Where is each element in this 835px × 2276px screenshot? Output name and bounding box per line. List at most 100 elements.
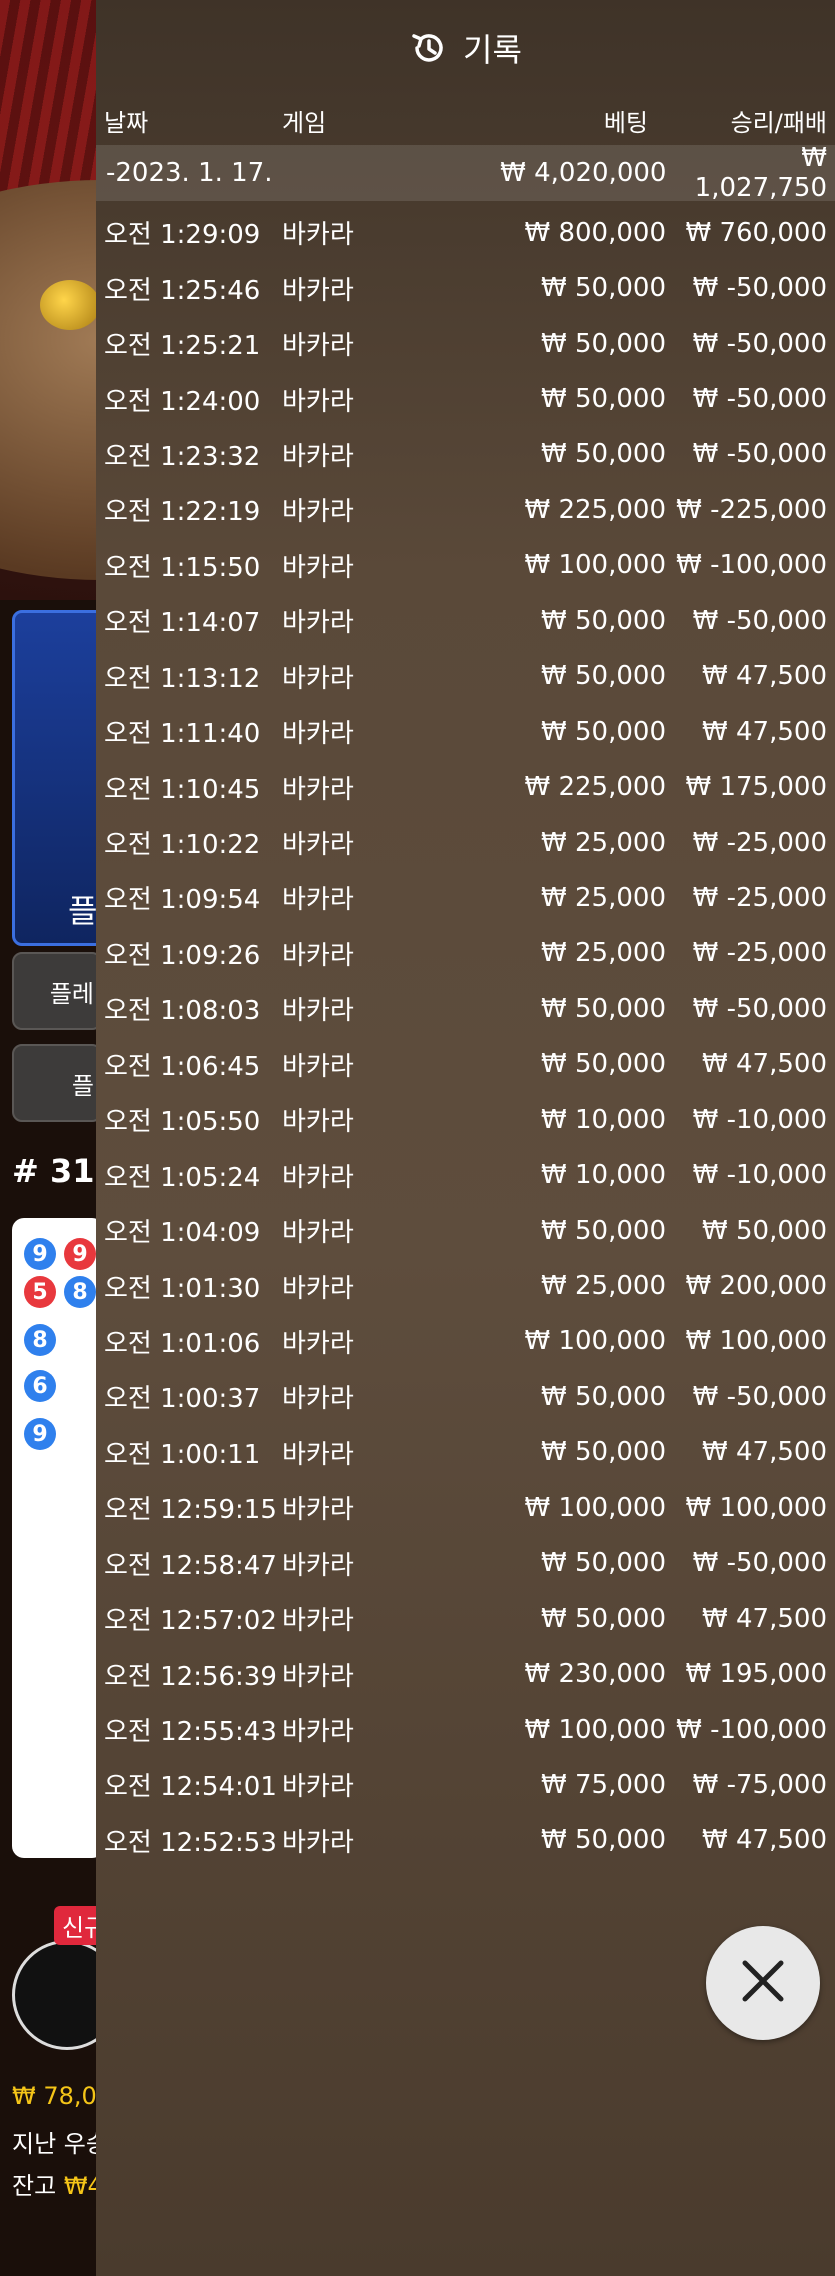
history-row[interactable]: 오전 1:15:50 바카라 ₩ 100,000 ₩ -100,000 xyxy=(96,538,835,593)
row-game: 바카라 xyxy=(282,1218,354,1249)
history-row[interactable]: 오전 1:22:19 바카라 ₩ 225,000 ₩ -225,000 xyxy=(96,482,835,537)
row-bet: ₩ 50,000 xyxy=(541,1215,666,1246)
summary-date: -2023. 1. 17. xyxy=(106,158,273,188)
row-bet: ₩ 10,000 xyxy=(541,1104,666,1135)
gold-ornament xyxy=(40,280,100,330)
row-winloss: ₩ -50,000 xyxy=(692,1548,827,1579)
row-time: 오전 1:23:32 xyxy=(104,441,261,472)
row-game: 바카라 xyxy=(282,1384,354,1415)
row-winloss: ₩ 47,500 xyxy=(702,1603,827,1634)
close-button[interactable] xyxy=(706,1926,820,2040)
row-bet: ₩ 25,000 xyxy=(541,827,666,858)
row-bet: ₩ 50,000 xyxy=(541,1603,666,1634)
history-row[interactable]: 오전 1:10:22 바카라 ₩ 25,000 ₩ -25,000 xyxy=(96,815,835,870)
history-row[interactable]: 오전 1:25:21 바카라 ₩ 50,000 ₩ -50,000 xyxy=(96,316,835,371)
row-bet: ₩ 25,000 xyxy=(541,1271,666,1302)
history-row[interactable]: 오전 12:55:43 바카라 ₩ 100,000 ₩ -100,000 xyxy=(96,1702,835,1757)
history-title: 기록 xyxy=(463,30,522,69)
history-row[interactable]: 오전 12:58:47 바카라 ₩ 50,000 ₩ -50,000 xyxy=(96,1536,835,1591)
row-game: 바카라 xyxy=(282,1328,354,1359)
row-winloss: ₩ -10,000 xyxy=(692,1160,827,1191)
column-game[interactable]: 게임 xyxy=(274,103,444,138)
history-row[interactable]: 오전 1:05:24 바카라 ₩ 10,000 ₩ -10,000 xyxy=(96,1147,835,1202)
history-row[interactable]: 오전 1:09:54 바카라 ₩ 25,000 ₩ -25,000 xyxy=(96,870,835,925)
history-panel: 기록 날짜 게임 베팅 승리/패배 -2023. 1. 17. ₩ 4,020,… xyxy=(96,0,835,2276)
row-bet: ₩ 50,000 xyxy=(541,716,666,747)
row-winloss: ₩ -50,000 xyxy=(692,439,827,470)
player-bonus-button[interactable]: 플 xyxy=(12,1044,102,1122)
row-game: 바카라 xyxy=(282,1162,354,1193)
row-time: 오전 1:00:11 xyxy=(104,1439,261,1470)
column-bet[interactable]: 베팅 xyxy=(444,103,666,138)
history-row[interactable]: 오전 1:10:45 바카라 ₩ 225,000 ₩ 175,000 xyxy=(96,759,835,814)
row-game: 바카라 xyxy=(282,386,354,417)
row-bet: ₩ 50,000 xyxy=(541,661,666,692)
history-row[interactable]: 오전 12:52:53 바카라 ₩ 50,000 ₩ 47,500 xyxy=(96,1813,835,1868)
row-bet: ₩ 75,000 xyxy=(541,1769,666,1800)
row-time: 오전 1:05:24 xyxy=(104,1162,261,1193)
row-game: 바카라 xyxy=(282,1107,354,1138)
history-row[interactable]: 오전 1:01:06 바카라 ₩ 100,000 ₩ 100,000 xyxy=(96,1314,835,1369)
row-bet: ₩ 230,000 xyxy=(524,1659,667,1690)
row-game: 바카라 xyxy=(282,940,354,971)
column-headers: 날짜 게임 베팅 승리/패배 xyxy=(96,95,835,145)
row-winloss: ₩ -100,000 xyxy=(676,550,827,581)
history-row[interactable]: 오전 1:13:12 바카라 ₩ 50,000 ₩ 47,500 xyxy=(96,649,835,704)
row-winloss: ₩ 47,500 xyxy=(702,1049,827,1080)
history-row[interactable]: 오전 1:23:32 바카라 ₩ 50,000 ₩ -50,000 xyxy=(96,427,835,482)
history-row[interactable]: 오전 1:06:45 바카라 ₩ 50,000 ₩ 47,500 xyxy=(96,1037,835,1092)
road-result-dot: 9 xyxy=(24,1238,56,1270)
date-summary-row[interactable]: -2023. 1. 17. ₩ 4,020,000 ₩ 1,027,750 xyxy=(96,143,835,203)
history-row[interactable]: 오전 1:04:09 바카라 ₩ 50,000 ₩ 50,000 xyxy=(96,1203,835,1258)
history-row[interactable]: 오전 1:00:37 바카라 ₩ 50,000 ₩ -50,000 xyxy=(96,1369,835,1424)
row-bet: ₩ 50,000 xyxy=(541,384,666,415)
row-winloss: ₩ 47,500 xyxy=(702,716,827,747)
road-result-dot: 9 xyxy=(64,1238,96,1270)
row-game: 바카라 xyxy=(282,1772,354,1803)
row-time: 오전 1:24:00 xyxy=(104,386,261,417)
row-time: 오전 1:25:46 xyxy=(104,275,261,306)
history-row[interactable]: 오전 1:29:09 바카라 ₩ 800,000 ₩ 760,000 xyxy=(96,205,835,260)
column-winloss[interactable]: 승리/패배 xyxy=(666,103,827,138)
row-game: 바카라 xyxy=(282,220,354,251)
row-time: 오전 1:10:22 xyxy=(104,830,261,861)
history-row[interactable]: 오전 12:57:02 바카라 ₩ 50,000 ₩ 47,500 xyxy=(96,1591,835,1646)
row-winloss: ₩ 100,000 xyxy=(685,1492,828,1523)
row-game: 바카라 xyxy=(282,497,354,528)
row-time: 오전 1:08:03 xyxy=(104,996,261,1027)
row-winloss: ₩ 195,000 xyxy=(685,1659,828,1690)
history-row[interactable]: 오전 12:59:15 바카라 ₩ 100,000 ₩ 100,000 xyxy=(96,1480,835,1535)
row-winloss: ₩ -75,000 xyxy=(692,1769,827,1800)
row-time: 오전 12:56:39 xyxy=(104,1661,277,1692)
row-bet: ₩ 50,000 xyxy=(541,328,666,359)
history-row[interactable]: 오전 1:14:07 바카라 ₩ 50,000 ₩ -50,000 xyxy=(96,593,835,648)
history-row[interactable]: 오전 12:54:01 바카라 ₩ 75,000 ₩ -75,000 xyxy=(96,1757,835,1812)
row-game: 바카라 xyxy=(282,830,354,861)
history-row[interactable]: 오전 1:09:26 바카라 ₩ 25,000 ₩ -25,000 xyxy=(96,926,835,981)
row-time: 오전 1:13:12 xyxy=(104,663,261,694)
history-row[interactable]: 오전 1:24:00 바카라 ₩ 50,000 ₩ -50,000 xyxy=(96,371,835,426)
row-game: 바카라 xyxy=(282,1717,354,1748)
history-row[interactable]: 오전 1:08:03 바카라 ₩ 50,000 ₩ -50,000 xyxy=(96,981,835,1036)
row-bet: ₩ 100,000 xyxy=(524,550,667,581)
row-game: 바카라 xyxy=(282,996,354,1027)
column-date[interactable]: 날짜 xyxy=(104,103,274,138)
row-time: 오전 1:05:50 xyxy=(104,1107,261,1138)
row-game: 바카라 xyxy=(282,331,354,362)
row-bet: ₩ 800,000 xyxy=(524,217,667,248)
row-time: 오전 1:09:54 xyxy=(104,885,261,916)
summary-bet-total: ₩ 4,020,000 xyxy=(500,158,667,188)
row-bet: ₩ 25,000 xyxy=(541,938,666,969)
history-header: 기록 xyxy=(96,0,835,95)
player-pair-button[interactable]: 플레 xyxy=(12,952,102,1030)
history-row[interactable]: 오전 1:05:50 바카라 ₩ 10,000 ₩ -10,000 xyxy=(96,1092,835,1147)
row-bet: ₩ 50,000 xyxy=(541,1381,666,1412)
history-row[interactable]: 오전 1:11:40 바카라 ₩ 50,000 ₩ 47,500 xyxy=(96,704,835,759)
balance-line-1: ₩ 78,0 xyxy=(12,2082,97,2110)
history-row[interactable]: 오전 1:00:11 바카라 ₩ 50,000 ₩ 47,500 xyxy=(96,1425,835,1480)
row-winloss: ₩ -50,000 xyxy=(692,328,827,359)
history-row[interactable]: 오전 1:25:46 바카라 ₩ 50,000 ₩ -50,000 xyxy=(96,260,835,315)
history-row[interactable]: 오전 1:01:30 바카라 ₩ 25,000 ₩ 200,000 xyxy=(96,1258,835,1313)
row-time: 오전 1:00:37 xyxy=(104,1384,261,1415)
history-row[interactable]: 오전 12:56:39 바카라 ₩ 230,000 ₩ 195,000 xyxy=(96,1646,835,1701)
